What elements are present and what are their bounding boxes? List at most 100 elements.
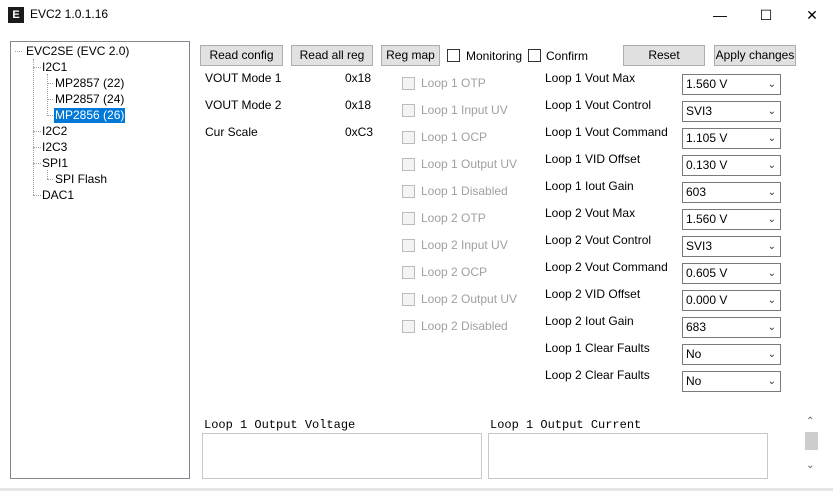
flag-checkbox-loop2-output-uv [402, 293, 415, 306]
tree-connector [47, 170, 48, 179]
tree-connector [47, 74, 48, 116]
setting-select-loop1-vid-offset[interactable]: 0.130 V ⌄ [682, 155, 781, 176]
chevron-down-icon: ⌄ [767, 376, 776, 387]
tree-connector [47, 83, 53, 84]
monitoring-label: Monitoring [466, 49, 523, 63]
close-button[interactable]: ✕ [789, 0, 833, 30]
scroll-up-icon[interactable]: ⌃ [806, 416, 814, 427]
flag-checkbox-loop2-input-uv [402, 239, 415, 252]
setting-select-loop1-clear-faults[interactable]: No ⌄ [682, 344, 781, 365]
flag-label-loop1-ocp: Loop 1 OCP [421, 130, 488, 144]
apply-changes-button[interactable]: Apply changes [714, 45, 796, 66]
tree-connector [47, 115, 53, 116]
flag-label-loop2-output-uv: Loop 2 Output UV [421, 292, 518, 306]
flag-checkbox-loop2-disabled [402, 320, 415, 333]
tree-item-i2c3[interactable]: I2C3 [41, 140, 68, 155]
info-value-vout-mode-2: 0x18 [345, 98, 372, 112]
tree-item-mp2856-26[interactable]: MP2856 (26) [54, 108, 126, 123]
minimize-button[interactable]: — [697, 0, 743, 30]
setting-select-loop2-vout-command[interactable]: 0.605 V ⌄ [682, 263, 781, 284]
window-title: EVC2 1.0.1.16 [30, 7, 109, 21]
flag-label-loop2-ocp: Loop 2 OCP [421, 265, 488, 279]
setting-select-loop2-vid-offset[interactable]: 0.000 V ⌄ [682, 290, 781, 311]
tree-connector [47, 179, 53, 180]
setting-value: No [686, 347, 702, 361]
device-tree[interactable]: EVC2SE (EVC 2.0) I2C1 MP2857 (22) MP2857… [10, 41, 190, 479]
setting-label-loop1-vout-max: Loop 1 Vout Max [545, 71, 636, 85]
setting-select-loop1-vout-max[interactable]: 1.560 V ⌄ [682, 74, 781, 95]
tree-item-mp2857-24[interactable]: MP2857 (24) [54, 92, 125, 107]
plot-title-output-voltage: Loop 1 Output Voltage [204, 418, 356, 432]
setting-label-loop1-vout-control: Loop 1 Vout Control [545, 98, 652, 112]
tree-connector [15, 51, 22, 52]
flag-label-loop1-input-uv: Loop 1 Input UV [421, 103, 508, 117]
flag-label-loop1-output-uv: Loop 1 Output UV [421, 157, 518, 171]
tree-item-spi-flash[interactable]: SPI Flash [54, 172, 108, 187]
setting-label-loop1-vout-command: Loop 1 Vout Command [545, 125, 668, 139]
chevron-down-icon: ⌄ [767, 160, 776, 171]
setting-value: 603 [686, 185, 707, 199]
vertical-scrollbar[interactable]: ⌃ ⌄ [803, 416, 820, 476]
setting-label-loop1-clear-faults: Loop 1 Clear Faults [545, 341, 650, 355]
tree-item-spi1[interactable]: SPI1 [41, 156, 69, 171]
setting-value: 0.130 V [686, 158, 728, 172]
flag-checkbox-loop1-ocp [402, 131, 415, 144]
tree-item-i2c1[interactable]: I2C1 [41, 60, 68, 75]
flag-checkbox-loop1-input-uv [402, 104, 415, 117]
tree-connector [47, 99, 53, 100]
setting-label-loop2-iout-gain: Loop 2 Iout Gain [545, 314, 634, 328]
setting-label-loop2-vid-offset: Loop 2 VID Offset [545, 287, 641, 301]
info-label-vout-mode-2: VOUT Mode 2 [205, 98, 282, 112]
tree-item-evc2se[interactable]: EVC2SE (EVC 2.0) [25, 44, 130, 59]
read-config-button[interactable]: Read config [200, 45, 283, 66]
scrollbar-thumb[interactable] [805, 432, 818, 450]
setting-value: 1.105 V [686, 131, 728, 145]
setting-select-loop2-iout-gain[interactable]: 683 ⌄ [682, 317, 781, 338]
setting-value: 1.560 V [686, 77, 728, 91]
setting-value: 1.560 V [686, 212, 728, 226]
setting-select-loop2-clear-faults[interactable]: No ⌄ [682, 371, 781, 392]
tree-item-mp2857-22[interactable]: MP2857 (22) [54, 76, 125, 91]
setting-label-loop1-iout-gain: Loop 1 Iout Gain [545, 179, 634, 193]
reg-map-button[interactable]: Reg map [381, 45, 440, 66]
setting-value: SVI3 [686, 239, 713, 253]
info-value-cur-scale: 0xC3 [345, 125, 374, 139]
maximize-button[interactable]: ☐ [743, 0, 789, 30]
chevron-down-icon: ⌄ [767, 322, 776, 333]
setting-select-loop2-vout-control[interactable]: SVI3 ⌄ [682, 236, 781, 257]
tree-connector [33, 131, 41, 132]
chevron-down-icon: ⌄ [767, 106, 776, 117]
reset-button[interactable]: Reset [623, 45, 705, 66]
plot-title-output-current: Loop 1 Output Current [490, 418, 642, 432]
setting-label-loop2-vout-command: Loop 2 Vout Command [545, 260, 668, 274]
chevron-down-icon: ⌄ [767, 241, 776, 252]
info-label-cur-scale: Cur Scale [205, 125, 258, 139]
setting-value: 683 [686, 320, 707, 334]
plot-output-current [488, 433, 768, 479]
setting-select-loop1-vout-command[interactable]: 1.105 V ⌄ [682, 128, 781, 149]
chevron-down-icon: ⌄ [767, 349, 776, 360]
flag-label-loop2-input-uv: Loop 2 Input UV [421, 238, 508, 252]
confirm-checkbox[interactable] [528, 49, 541, 62]
scroll-down-icon[interactable]: ⌄ [806, 460, 814, 471]
monitoring-checkbox[interactable] [447, 49, 460, 62]
setting-select-loop2-vout-max[interactable]: 1.560 V ⌄ [682, 209, 781, 230]
setting-label-loop2-vout-max: Loop 2 Vout Max [545, 206, 636, 220]
tree-connector [33, 67, 41, 68]
flag-checkbox-loop1-disabled [402, 185, 415, 198]
flag-checkbox-loop1-otp [402, 77, 415, 90]
tree-item-dac1[interactable]: DAC1 [41, 188, 75, 203]
setting-select-loop1-iout-gain[interactable]: 603 ⌄ [682, 182, 781, 203]
chevron-down-icon: ⌄ [767, 187, 776, 198]
setting-value: 0.000 V [686, 293, 728, 307]
chevron-down-icon: ⌄ [767, 214, 776, 225]
tree-item-i2c2[interactable]: I2C2 [41, 124, 68, 139]
flag-checkbox-loop1-output-uv [402, 158, 415, 171]
setting-label-loop2-vout-control: Loop 2 Vout Control [545, 233, 652, 247]
setting-select-loop1-vout-control[interactable]: SVI3 ⌄ [682, 101, 781, 122]
chevron-down-icon: ⌄ [767, 268, 776, 279]
tree-connector [33, 59, 34, 195]
setting-label-loop2-clear-faults: Loop 2 Clear Faults [545, 368, 650, 382]
read-all-reg-button[interactable]: Read all reg [291, 45, 373, 66]
tree-connector [33, 147, 41, 148]
